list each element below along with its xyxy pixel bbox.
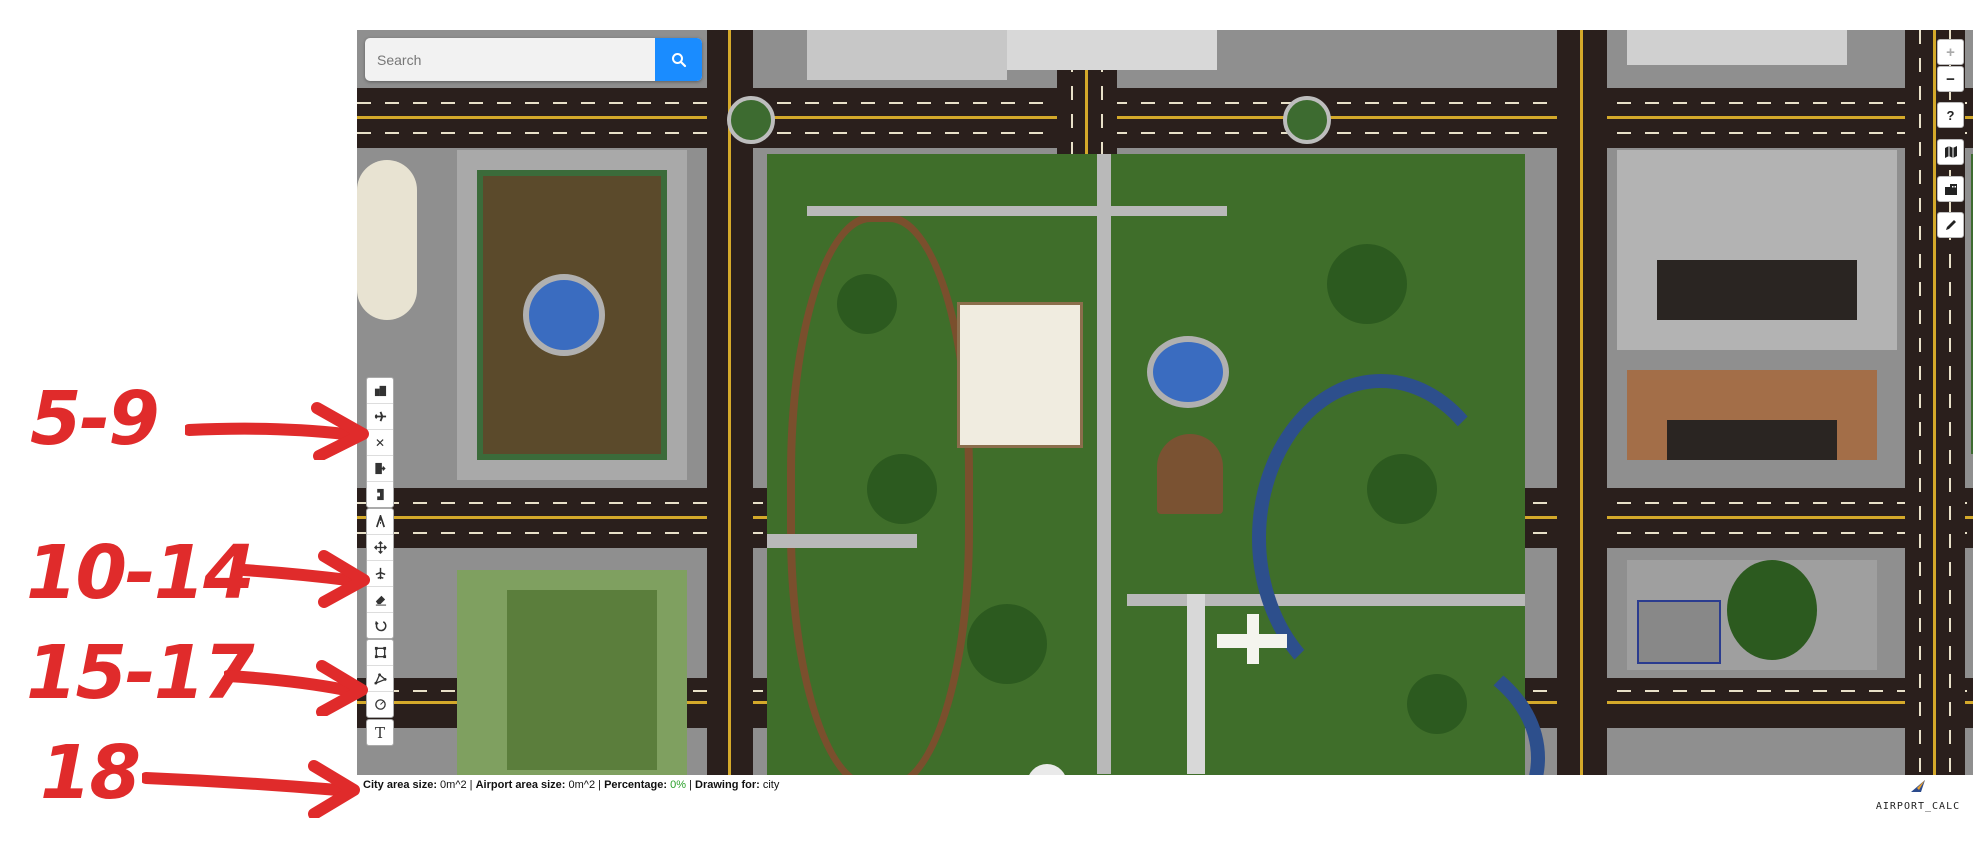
airplane-rotate-icon	[375, 567, 385, 580]
text-icon: T	[374, 723, 385, 742]
building-block	[1627, 30, 1847, 65]
plane-placement-tool[interactable]	[367, 561, 393, 587]
percentage-value: 0%	[670, 779, 687, 791]
zoom-out-button[interactable]: −	[1937, 66, 1964, 92]
import-icon	[375, 488, 384, 501]
annotation-arrow	[224, 660, 368, 716]
rectangle-icon	[374, 646, 386, 659]
text-tool[interactable]: T	[367, 720, 393, 745]
pavilion	[957, 302, 1083, 448]
polygon-tool[interactable]	[367, 666, 393, 692]
round-plaza	[1027, 764, 1067, 775]
river	[1217, 634, 1545, 775]
annotation-arrow	[142, 760, 360, 818]
logo-text: AIRPORT_CALC	[1875, 801, 1961, 812]
eraser-tool[interactable]	[367, 587, 393, 613]
search-box	[365, 38, 702, 81]
zoom-in-icon: +	[1946, 43, 1955, 61]
percentage-label: Percentage:	[604, 779, 668, 791]
building-block	[807, 30, 1007, 80]
circle-tool[interactable]	[367, 692, 393, 717]
help-button[interactable]: ?	[1937, 102, 1964, 128]
map-view-button[interactable]	[1937, 139, 1964, 165]
clear-tool[interactable]: ✕	[367, 430, 393, 456]
undo-tool[interactable]	[367, 613, 393, 638]
city-tool[interactable]	[367, 378, 393, 404]
road-horizontal-top	[357, 88, 1973, 148]
garden-block	[457, 570, 687, 775]
annotation-arrow	[240, 550, 370, 608]
gazebo	[1157, 434, 1223, 514]
help-icon: ?	[1946, 107, 1955, 123]
airplane-model	[1247, 614, 1259, 664]
close-icon: ✕	[374, 435, 386, 450]
city-area-value: 0m^2	[440, 779, 467, 791]
import-tool[interactable]	[367, 482, 393, 507]
toolbar-group-shapes	[366, 639, 394, 718]
drawing-for-value: city	[762, 779, 780, 791]
map-icon	[1944, 146, 1957, 158]
airport-area-label: Airport area size:	[475, 779, 566, 791]
search-input[interactable]	[365, 38, 655, 81]
annotation-label: 5-9	[30, 376, 160, 462]
plane-icon	[374, 411, 386, 422]
rectangle-tool[interactable]	[367, 640, 393, 666]
city-view-button[interactable]	[1937, 176, 1964, 202]
draw-button[interactable]	[1937, 212, 1964, 238]
polygon-icon	[373, 673, 387, 685]
city-icon	[1944, 184, 1957, 195]
airport-area-value: 0m^2	[568, 779, 596, 791]
building-icon	[374, 385, 386, 397]
toolbar-group-text: T	[366, 719, 394, 746]
drawing-for-label: Drawing for:	[695, 779, 760, 791]
export-tool[interactable]	[367, 456, 393, 482]
runway-strip	[1187, 594, 1205, 774]
annotation-label: 10-14	[26, 530, 255, 616]
pencil-icon	[1945, 220, 1956, 230]
road-vertical-park-east	[1557, 30, 1607, 775]
parking-block	[1617, 150, 1897, 350]
fastboi-block	[1627, 560, 1877, 670]
toolbar-group-edit	[366, 508, 394, 639]
zoom-in-button[interactable]: +	[1937, 39, 1964, 65]
eraser-icon	[375, 595, 386, 606]
park-fountain	[1147, 336, 1229, 408]
search-button[interactable]	[655, 38, 702, 81]
building-block	[1007, 30, 1217, 70]
undo-icon	[374, 620, 386, 632]
airport-tool[interactable]	[367, 404, 393, 430]
annotation-label: 15-17	[26, 630, 255, 716]
roundabout	[727, 96, 775, 144]
park	[767, 154, 1545, 775]
separator: |	[598, 779, 602, 791]
airport-calc-logo: AIRPORT_CALC	[1868, 778, 1968, 812]
search-icon	[671, 52, 686, 67]
toolbar-group-import-export: ✕	[366, 377, 394, 508]
walkway	[807, 206, 1227, 216]
city-area-label: City area size:	[363, 779, 437, 791]
annotation-label: 18	[40, 730, 141, 816]
export-icon	[375, 462, 386, 475]
annotation-arrow	[185, 402, 369, 460]
move-tool[interactable]	[367, 535, 393, 561]
status-text: City area size: 0m^2 | Airport area size…	[363, 779, 779, 791]
move-icon	[373, 541, 387, 554]
walkway	[1097, 154, 1111, 774]
logo-icon	[1911, 780, 1925, 792]
separator: |	[469, 779, 473, 791]
runway-tool[interactable]	[367, 509, 393, 535]
building-block	[357, 160, 417, 320]
roundabout	[1283, 96, 1331, 144]
walkway	[767, 534, 917, 548]
terminal-roof	[1627, 370, 1877, 460]
plaza-block	[457, 150, 687, 480]
map-canvas[interactable]	[357, 30, 1973, 775]
runway-icon	[375, 515, 385, 528]
separator: |	[689, 779, 692, 791]
status-bar: City area size: 0m^2 | Airport area size…	[357, 775, 1973, 815]
zoom-out-icon: −	[1946, 70, 1955, 88]
circle-icon	[374, 699, 386, 710]
